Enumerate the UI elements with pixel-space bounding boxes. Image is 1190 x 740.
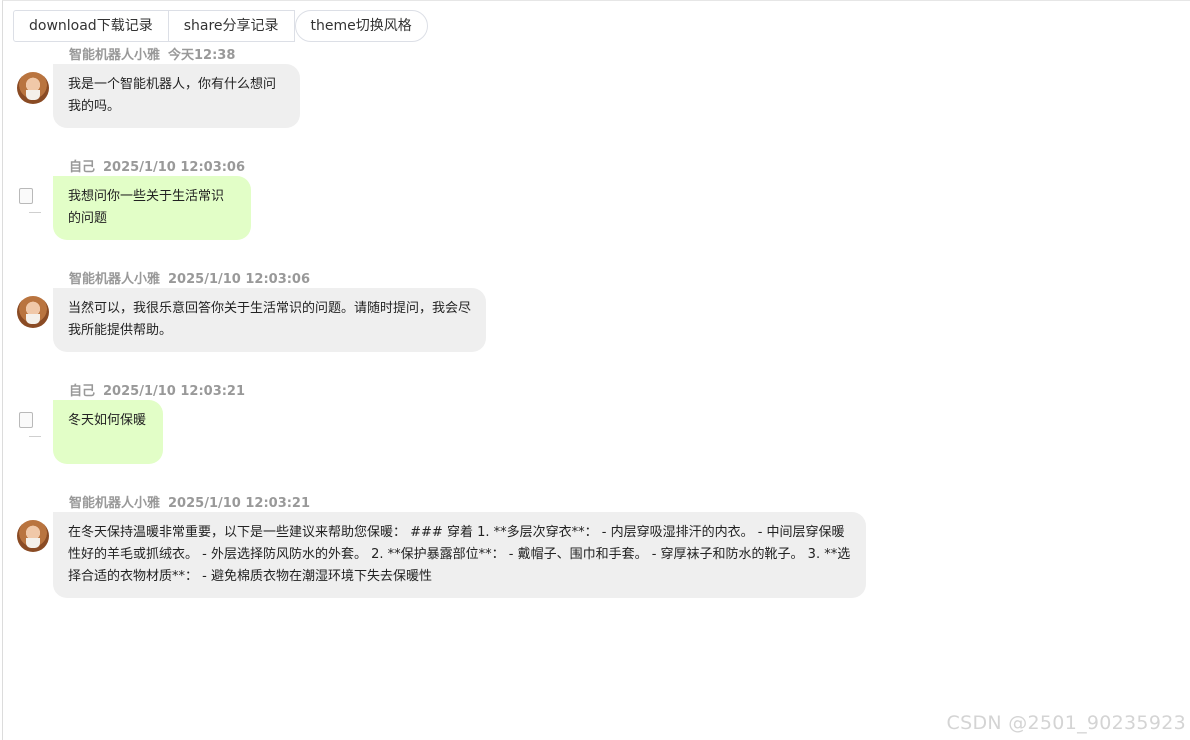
bot-message-bubble: 在冬天保持温暖非常重要，以下是一些建议来帮助您保暖： ### 穿着 1. **多… xyxy=(53,512,866,598)
bot-message-bubble: 当然可以，我很乐意回答你关于生活常识的问题。请随时提问，我会尽我所能提供帮助。 xyxy=(53,288,486,352)
csdn-watermark: CSDN @2501_90235923 xyxy=(946,712,1186,734)
switch-theme-button[interactable]: theme切换风格 xyxy=(294,10,428,42)
message-meta: 智能机器人小雅 今天12:38 xyxy=(69,44,235,63)
message-time: 2025/1/10 12:03:06 xyxy=(168,272,311,287)
message-meta: 智能机器人小雅 2025/1/10 12:03:21 xyxy=(69,492,310,511)
user-message-bubble: 冬天如何保暖 xyxy=(53,400,163,464)
user-avatar-broken-image-icon xyxy=(17,408,49,440)
sender-name: 自己 xyxy=(69,384,96,399)
sender-name: 自己 xyxy=(69,160,96,175)
message-time: 2025/1/10 12:03:21 xyxy=(168,496,311,511)
user-message-bubble: 我想问你一些关于生活常识的问题 xyxy=(53,176,251,240)
sender-name: 智能机器人小雅 xyxy=(69,48,161,63)
toolbar: download下载记录 share分享记录 theme切换风格 xyxy=(13,10,428,42)
message-time: 2025/1/10 12:03:06 xyxy=(103,160,246,175)
share-history-button[interactable]: share分享记录 xyxy=(167,10,295,42)
sender-name: 智能机器人小雅 xyxy=(69,496,161,511)
message-meta: 自己 2025/1/10 12:03:06 xyxy=(69,156,245,175)
message-meta: 智能机器人小雅 2025/1/10 12:03:06 xyxy=(69,268,310,287)
sender-name: 智能机器人小雅 xyxy=(69,272,161,287)
download-history-button[interactable]: download下载记录 xyxy=(13,10,169,42)
message-meta: 自己 2025/1/10 12:03:21 xyxy=(69,380,245,399)
message-time: 今天12:38 xyxy=(168,48,236,63)
bot-avatar xyxy=(17,296,49,328)
bot-message-bubble: 我是一个智能机器人，你有什么想问我的吗。 xyxy=(53,64,300,128)
bot-avatar xyxy=(17,520,49,552)
bot-avatar xyxy=(17,72,49,104)
user-avatar-broken-image-icon xyxy=(17,184,49,216)
message-time: 2025/1/10 12:03:21 xyxy=(103,384,246,399)
